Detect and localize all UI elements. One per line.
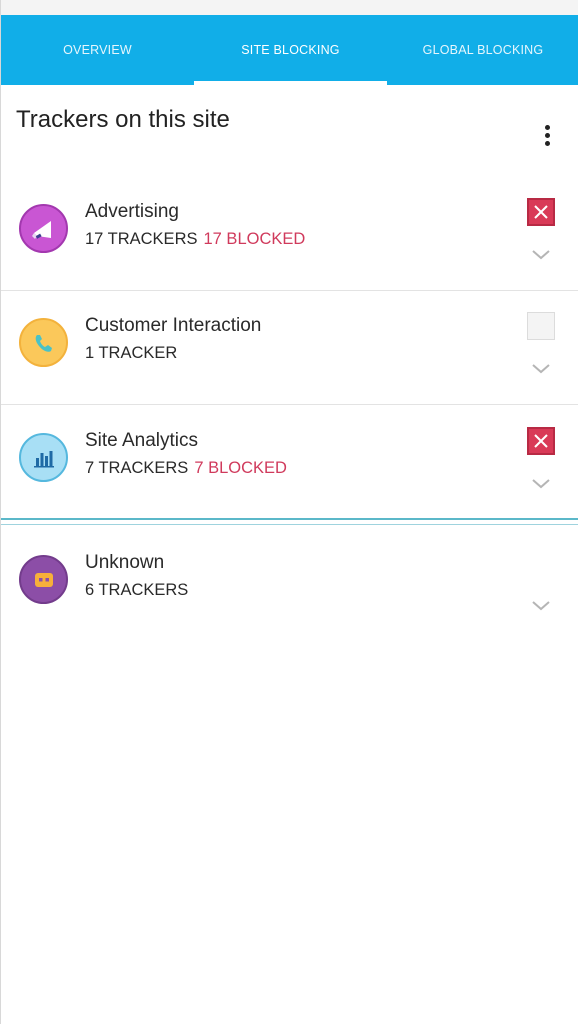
block-checkbox[interactable] <box>527 427 555 455</box>
tab-global-blocking[interactable]: GLOBAL BLOCKING <box>387 15 578 85</box>
tracker-count: 7 TRACKERS <box>85 459 189 477</box>
category-name: Unknown <box>85 552 165 573</box>
category-tracker-count: 17 TRACKERS 17 BLOCKED <box>85 230 305 249</box>
section-divider <box>1 518 578 525</box>
chevron-down-icon[interactable] <box>529 597 553 613</box>
block-x-icon <box>534 434 548 448</box>
category-name: Customer Interaction <box>85 315 262 336</box>
blocked-count: 17 BLOCKED <box>203 230 306 248</box>
tab-bar: OVERVIEW SITE BLOCKING GLOBAL BLOCKING <box>1 15 578 85</box>
category-tracker-count: 6 TRACKERS <box>85 581 188 600</box>
unknown-tracker-icon <box>19 555 68 604</box>
tracker-count: 6 TRACKERS <box>85 581 189 599</box>
blocked-count: 7 BLOCKED <box>194 459 287 477</box>
category-row-customer-interaction[interactable]: Customer Interaction 1 TRACKER <box>1 290 578 405</box>
category-name: Advertising <box>85 201 179 222</box>
more-vert-icon-dot <box>544 132 550 138</box>
tab-site-blocking[interactable]: SITE BLOCKING <box>194 15 387 85</box>
status-strip <box>1 0 578 15</box>
block-x-icon <box>534 205 548 219</box>
category-name: Site Analytics <box>85 430 198 451</box>
tab-overview[interactable]: OVERVIEW <box>1 15 194 85</box>
category-row-unknown[interactable]: Unknown 6 TRACKERS <box>1 527 578 641</box>
chevron-down-icon[interactable] <box>529 360 553 376</box>
chevron-down-icon[interactable] <box>529 246 553 262</box>
category-row-advertising[interactable]: Advertising 17 TRACKERS 17 BLOCKED <box>1 176 578 291</box>
more-vert-icon-dot <box>544 140 550 146</box>
phone-icon <box>19 318 68 367</box>
overflow-menu-button[interactable] <box>531 118 563 152</box>
category-row-site-analytics[interactable]: Site Analytics 7 TRACKERS 7 BLOCKED <box>1 405 578 519</box>
block-checkbox[interactable] <box>527 198 555 226</box>
bar-chart-icon <box>19 433 68 482</box>
active-tab-indicator <box>194 81 387 85</box>
category-tracker-count: 7 TRACKERS 7 BLOCKED <box>85 459 287 478</box>
chevron-down-icon[interactable] <box>529 475 553 491</box>
page-title: Trackers on this site <box>16 106 230 133</box>
block-checkbox[interactable] <box>527 312 555 340</box>
tracker-count: 1 TRACKER <box>85 344 178 362</box>
more-vert-icon <box>544 124 550 130</box>
megaphone-icon <box>19 204 68 253</box>
site-blocking-screen: OVERVIEW SITE BLOCKING GLOBAL BLOCKING T… <box>0 0 578 1024</box>
tracker-count: 17 TRACKERS <box>85 230 198 248</box>
category-tracker-count: 1 TRACKER <box>85 344 177 363</box>
